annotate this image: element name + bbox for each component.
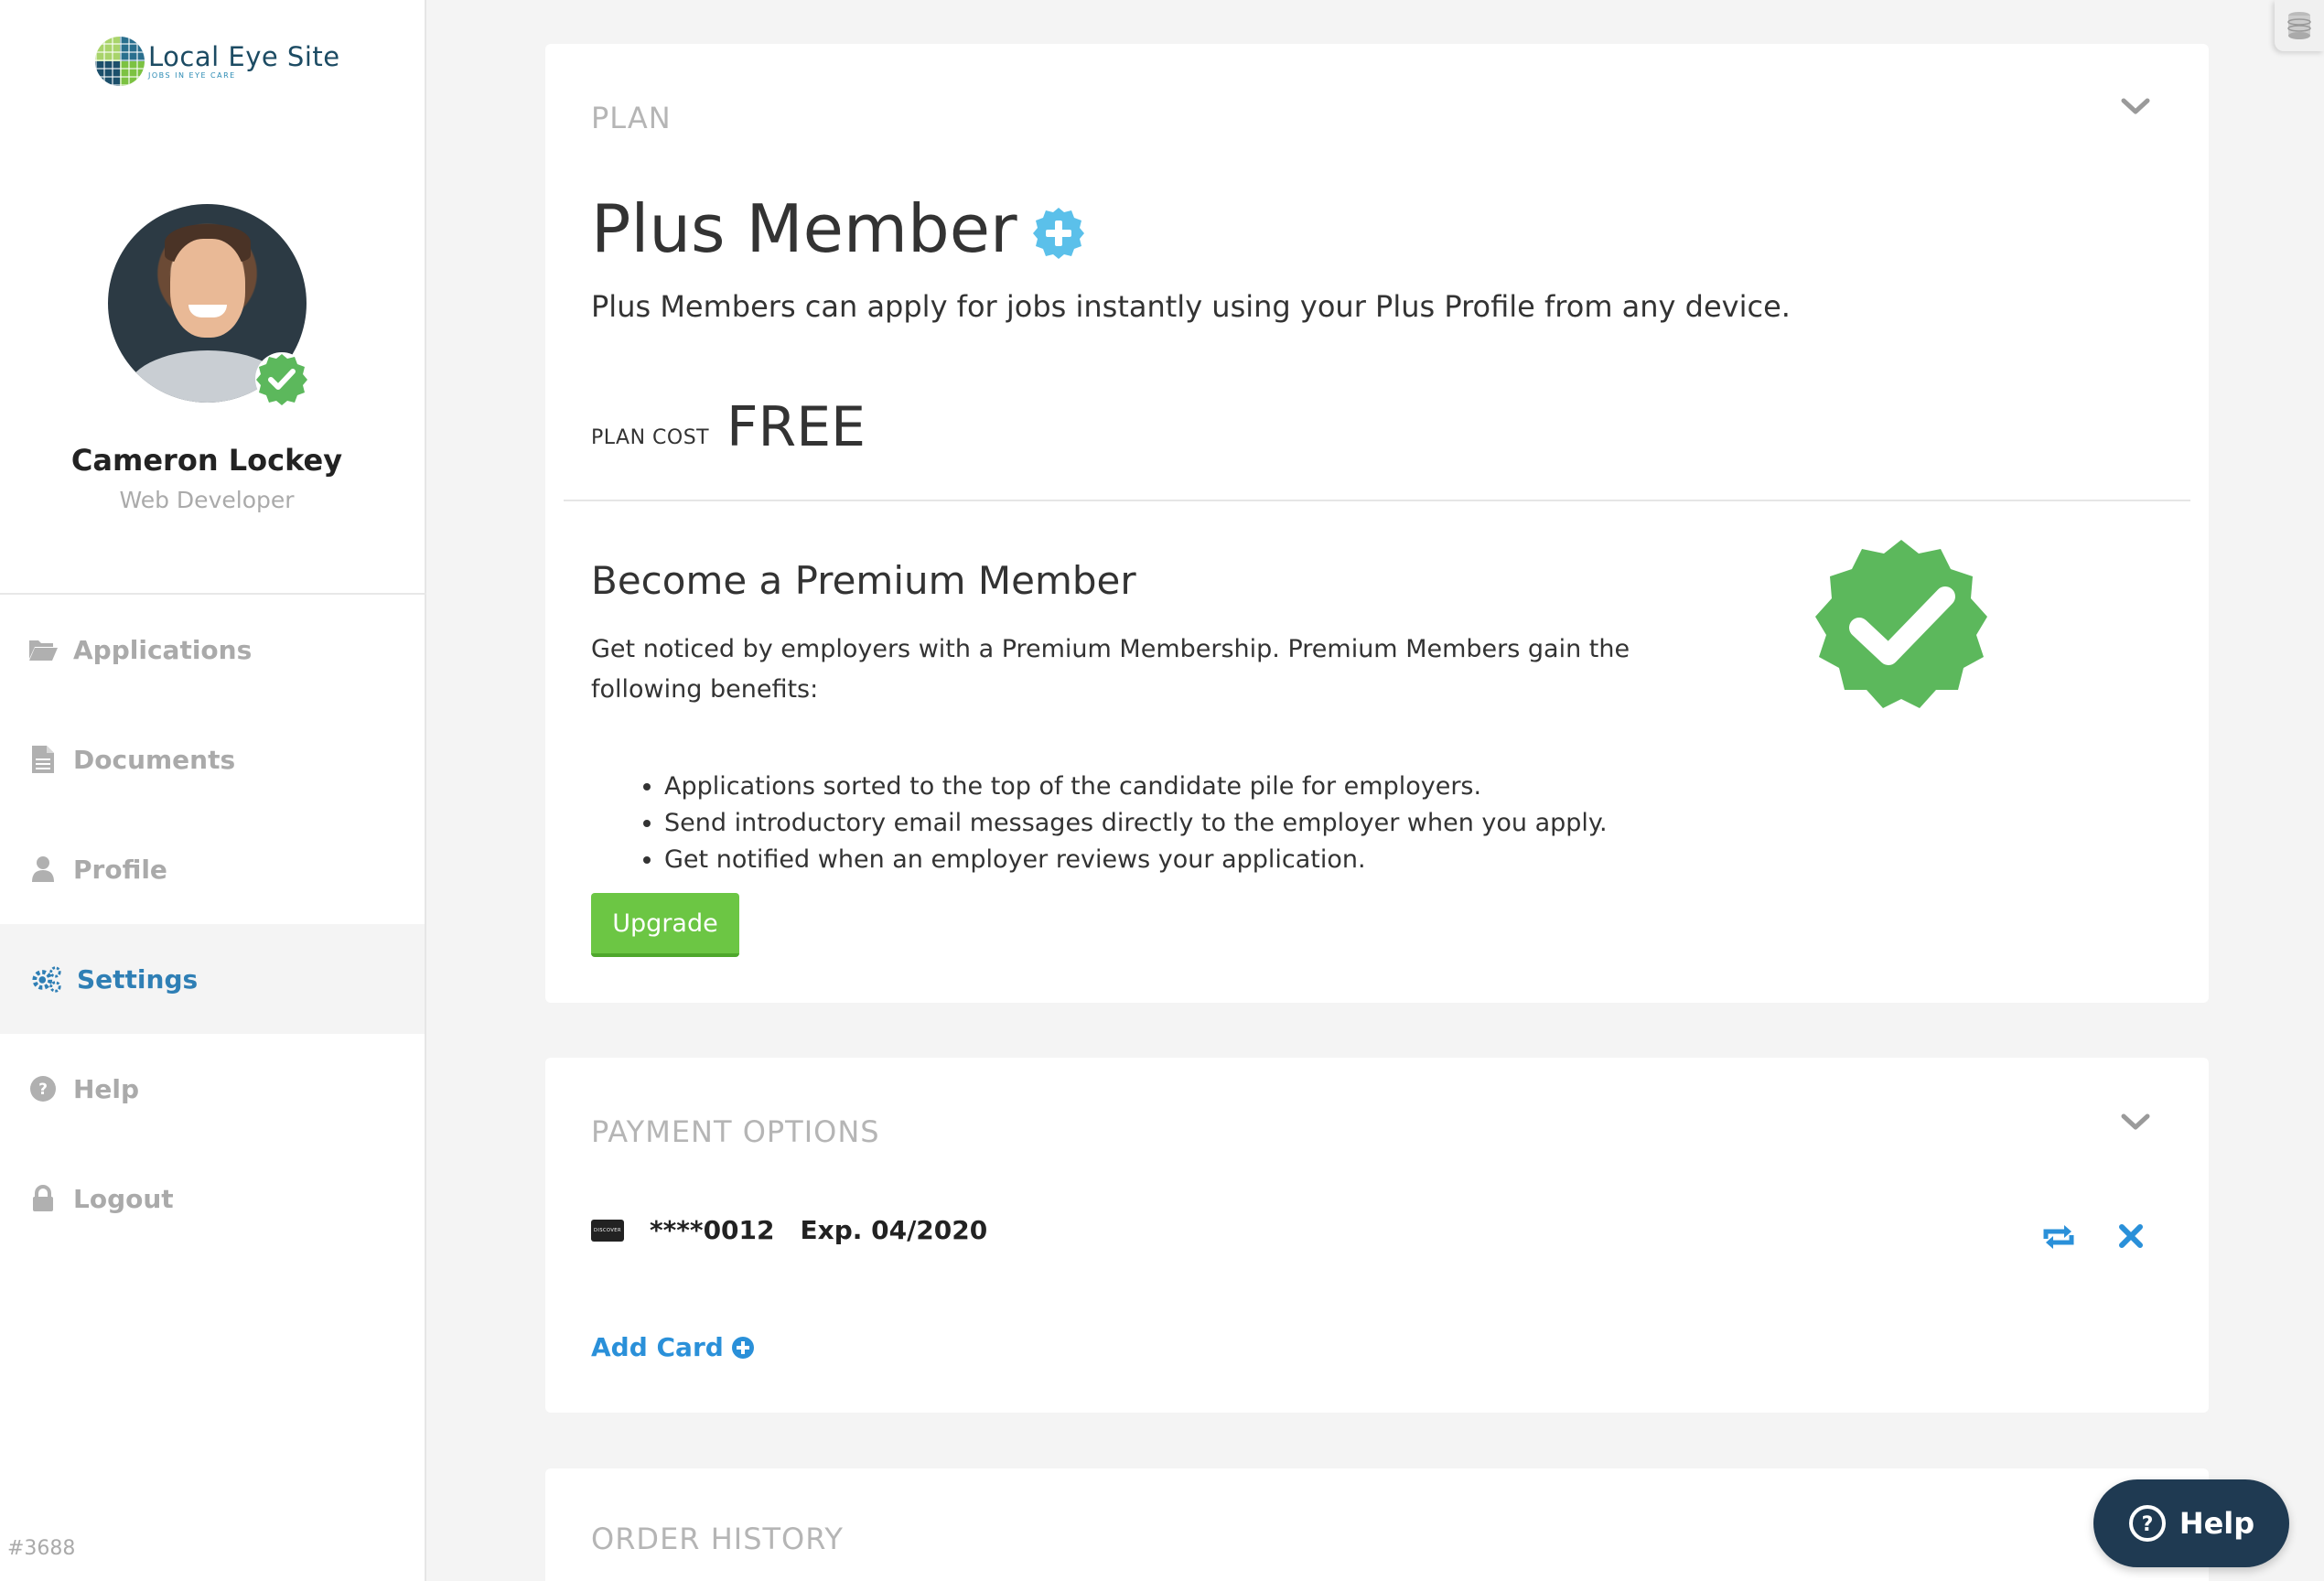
sidebar-item-help[interactable]: ? Help xyxy=(0,1034,425,1144)
upgrade-button[interactable]: Upgrade xyxy=(591,893,739,957)
brand-tagline: JOBS IN EYE CARE xyxy=(148,70,236,80)
premium-title: Become a Premium Member xyxy=(591,558,1136,603)
premium-check-badge-icon xyxy=(1815,540,1987,708)
premium-benefits-list: Applications sorted to the top of the ca… xyxy=(664,769,1608,878)
plan-heading: PLAN xyxy=(591,101,672,135)
verified-badge-icon xyxy=(255,352,308,405)
build-id: #3688 xyxy=(7,1537,76,1560)
brand-logo[interactable]: Local Eye Site JOBS IN EYE CARE xyxy=(95,37,340,86)
sidebar-item-profile[interactable]: Profile xyxy=(0,814,425,924)
add-card-link[interactable]: Add Card xyxy=(591,1332,755,1362)
replace-card-icon[interactable] xyxy=(2040,1221,2077,1253)
sidebar-item-label: Settings xyxy=(77,963,199,995)
plan-title-text: Plus Member xyxy=(591,190,1017,267)
payment-options-card: PAYMENT OPTIONS DISCOVER ****0012 Exp. 0… xyxy=(545,1058,2209,1413)
user-name: Cameron Lockey xyxy=(70,443,343,478)
plan-cost-label: PLAN COST xyxy=(591,426,710,449)
card-expiry: Exp. 04/2020 xyxy=(800,1215,988,1245)
plan-cost-value: FREE xyxy=(726,395,866,459)
order-history-card: ORDER HISTORY xyxy=(545,1468,2209,1581)
help-widget-button[interactable]: ? Help xyxy=(2093,1479,2289,1567)
sidebar-item-label: Profile xyxy=(73,854,167,885)
list-item: Send introductory email messages directl… xyxy=(664,805,1608,842)
sidebar-item-settings[interactable]: Settings xyxy=(0,924,425,1034)
list-item: Applications sorted to the top of the ca… xyxy=(664,769,1608,805)
card-number: ****0012 xyxy=(650,1215,775,1245)
sidebar-item-documents[interactable]: Documents xyxy=(0,704,425,814)
avatar[interactable] xyxy=(108,204,308,405)
section-divider xyxy=(564,500,2190,501)
svg-text:?: ? xyxy=(38,1081,48,1099)
brand-name: Local Eye Site xyxy=(148,40,340,72)
user-icon xyxy=(27,854,59,885)
database-extension-icon[interactable] xyxy=(2275,0,2324,51)
plan-description: Plus Members can apply for jobs instantl… xyxy=(591,289,1791,324)
folder-open-icon xyxy=(27,634,59,665)
payment-heading: PAYMENT OPTIONS xyxy=(591,1114,880,1149)
sidebar-nav: Applications Documents Profile Settings … xyxy=(0,595,425,1253)
sidebar-item-applications[interactable]: Applications xyxy=(0,595,425,704)
svg-text:?: ? xyxy=(2141,1513,2153,1536)
sidebar-item-logout[interactable]: Logout xyxy=(0,1144,425,1253)
question-circle-icon: ? xyxy=(27,1073,59,1104)
card-brand-label: DISCOVER xyxy=(594,1227,621,1233)
discover-card-icon: DISCOVER xyxy=(591,1219,624,1242)
sidebar-item-label: Help xyxy=(73,1073,140,1104)
gears-icon xyxy=(31,963,62,995)
logo-mark-icon xyxy=(95,37,145,86)
help-widget-label: Help xyxy=(2179,1506,2255,1541)
close-icon[interactable] xyxy=(2117,1222,2145,1250)
lock-icon xyxy=(27,1183,59,1214)
document-icon xyxy=(27,744,59,775)
user-role: Web Developer xyxy=(119,487,295,513)
order-history-heading: ORDER HISTORY xyxy=(591,1522,844,1556)
plus-circle-icon xyxy=(731,1336,754,1359)
sidebar-item-label: Applications xyxy=(73,634,253,665)
list-item: Get notified when an employer reviews yo… xyxy=(664,842,1608,878)
plan-title: Plus Member xyxy=(591,190,1087,267)
chevron-down-icon[interactable] xyxy=(2119,1105,2152,1138)
chevron-down-icon[interactable] xyxy=(2119,90,2152,123)
plus-badge-icon xyxy=(1032,208,1084,259)
sidebar-item-label: Documents xyxy=(73,744,236,775)
question-circle-icon: ? xyxy=(2128,1505,2166,1542)
saved-card-row: DISCOVER ****0012 Exp. 04/2020 xyxy=(591,1215,987,1245)
premium-description: Get noticed by employers with a Premium … xyxy=(591,635,1630,704)
plan-card: PLAN Plus Member Plus Members can apply … xyxy=(545,44,2209,1003)
sidebar: Local Eye Site JOBS IN EYE CARE Cameron … xyxy=(0,0,426,1581)
sidebar-item-label: Logout xyxy=(73,1183,174,1214)
add-card-label: Add Card xyxy=(591,1332,724,1362)
